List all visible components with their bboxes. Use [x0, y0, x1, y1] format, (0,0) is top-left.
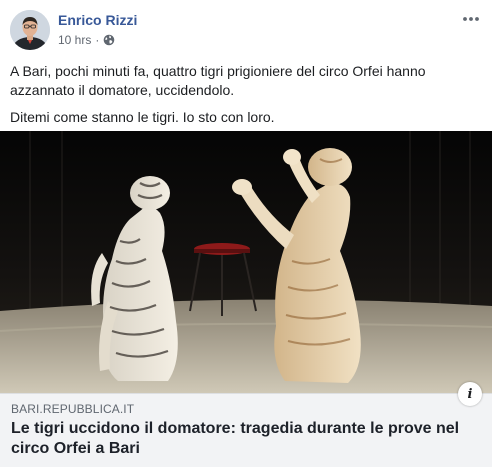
post-paragraph: Ditemi come stanno le tigri. Io sto con …	[10, 109, 275, 125]
author-name-link[interactable]: Enrico Rizzi	[58, 12, 137, 28]
post-paragraph: A Bari, pochi minuti fa, quattro tigri p…	[10, 63, 426, 98]
post-timestamp[interactable]: 10 hrs	[58, 33, 91, 47]
meta-separator: ·	[95, 33, 100, 47]
link-preview-image[interactable]	[0, 131, 492, 393]
globe-icon[interactable]	[103, 34, 115, 46]
avatar-photo	[10, 10, 50, 50]
info-icon[interactable]: i	[458, 382, 482, 406]
link-domain: BARI.REPUBBLICA.IT	[11, 402, 135, 416]
author-avatar[interactable]	[10, 10, 50, 50]
facebook-post: Enrico Rizzi 10 hrs · A Bari, pochi minu	[0, 0, 492, 467]
post-header: Enrico Rizzi 10 hrs ·	[10, 10, 482, 52]
post-text: A Bari, pochi minuti fa, quattro tigri p…	[10, 62, 470, 135]
more-options-icon[interactable]	[460, 10, 482, 28]
circus-tigers-photo	[0, 131, 492, 393]
link-headline[interactable]: Le tigri uccidono il domatore: tragedia …	[11, 419, 477, 459]
link-preview-caption[interactable]: BARI.REPUBBLICA.IT Le tigri uccidono il …	[0, 393, 492, 467]
post-meta: 10 hrs ·	[58, 33, 115, 47]
